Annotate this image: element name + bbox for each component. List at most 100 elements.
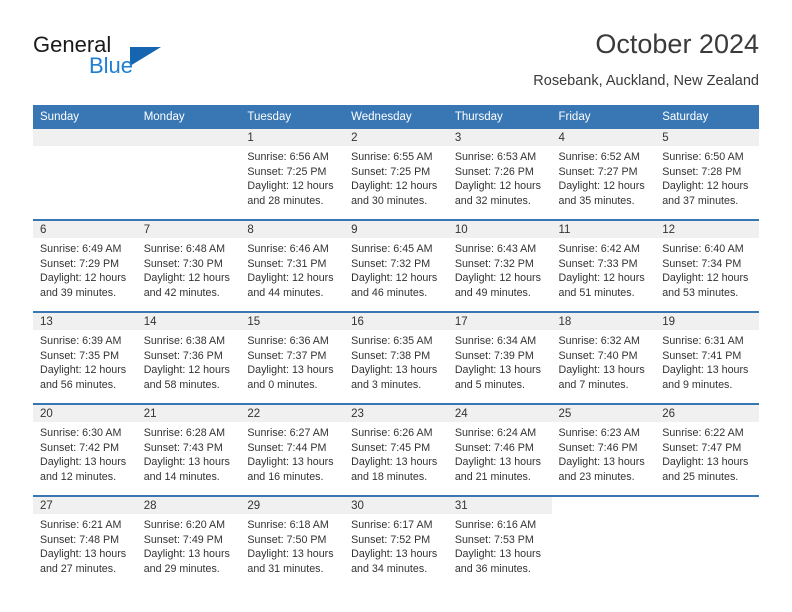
- day-details: Sunrise: 6:23 AM Sunset: 7:46 PM Daylight:…: [552, 422, 656, 484]
- sunset-text: Sunset: 7:33 PM: [558, 257, 638, 270]
- day-details: Sunrise: 6:48 AM Sunset: 7:30 PM Daylight:…: [137, 238, 241, 300]
- day-cell-inner: 2 Sunrise: 6:55 AM Sunset: 7:25 PM Daylight…: [344, 129, 448, 219]
- sunrise-text: Sunrise: 6:48 AM: [143, 243, 226, 255]
- day-cell-inner: 10 Sunrise: 6:43 AM Sunset: 7:32 PM Dayligh…: [447, 221, 552, 311]
- sunset-text: Sunset: 7:43 PM: [143, 441, 223, 454]
- daylight-text-line2: and 49 minutes.: [454, 286, 531, 299]
- day-number: 24: [447, 405, 552, 422]
- day-cell-inner: 26 Sunrise: 6:22 AM Sunset: 7:47 PM Dayligh…: [655, 405, 759, 495]
- calendar-day-cell[interactable]: 1 Sunrise: 6:56 AM Sunset: 7:25 PM Daylight…: [240, 129, 345, 220]
- daylight-text-line1: Daylight: 13 hours: [351, 364, 438, 377]
- calendar-day-cell[interactable]: 16 Sunrise: 6:35 AM Sunset: 7:38 PM Dayligh…: [344, 311, 448, 404]
- sunset-text: Sunset: 7:49 PM: [143, 533, 223, 546]
- day-details: Sunrise: 6:49 AM Sunset: 7:29 PM Daylight:…: [33, 238, 137, 300]
- calendar-day-cell[interactable]: 18 Sunrise: 6:32 AM Sunset: 7:40 PM Dayligh…: [551, 311, 656, 404]
- sunset-text: Sunset: 7:41 PM: [662, 349, 742, 362]
- day-number: [655, 497, 759, 514]
- calendar-day-cell[interactable]: 10 Sunrise: 6:43 AM Sunset: 7:32 PM Dayligh…: [447, 219, 552, 312]
- daylight-text-line1: Daylight: 12 hours: [558, 272, 645, 285]
- calendar-day-cell[interactable]: 17 Sunrise: 6:34 AM Sunset: 7:39 PM Dayligh…: [447, 311, 552, 404]
- calendar-day-cell[interactable]: 25 Sunrise: 6:23 AM Sunset: 7:46 PM Dayligh…: [551, 403, 656, 496]
- sunrise-text: Sunrise: 6:56 AM: [247, 151, 329, 163]
- day-details: Sunrise: 6:45 AM Sunset: 7:32 PM Daylight:…: [344, 238, 448, 300]
- day-cell-inner: 17 Sunrise: 6:34 AM Sunset: 7:39 PM Dayligh…: [447, 313, 552, 403]
- day-number: 7: [136, 221, 241, 238]
- day-cell-inner: 3 Sunrise: 6:53 AM Sunset: 7:26 PM Daylight…: [447, 129, 552, 219]
- calendar-day-cell[interactable]: 9 Sunrise: 6:45 AM Sunset: 7:32 PM Daylight…: [344, 219, 448, 312]
- day-details: Sunrise: 6:55 AM Sunset: 7:25 PM Daylight:…: [344, 146, 448, 208]
- calendar-day-cell[interactable]: 11 Sunrise: 6:42 AM Sunset: 7:33 PM Dayligh…: [551, 219, 656, 312]
- calendar-day-cell[interactable]: 12 Sunrise: 6:40 AM Sunset: 7:34 PM Dayligh…: [655, 219, 759, 312]
- daylight-text-line2: and 3 minutes.: [351, 378, 422, 391]
- calendar-day-cell[interactable]: 27 Sunrise: 6:21 AM Sunset: 7:48 PM Dayligh…: [33, 495, 137, 587]
- day-number: 3: [447, 129, 552, 146]
- calendar-day-cell[interactable]: 29 Sunrise: 6:18 AM Sunset: 7:50 PM Dayligh…: [240, 495, 345, 587]
- sunrise-text: Sunrise: 6:36 AM: [247, 335, 329, 347]
- day-details: Sunrise: 6:38 AM Sunset: 7:36 PM Daylight:…: [137, 330, 241, 392]
- calendar-day-cell[interactable]: 20 Sunrise: 6:30 AM Sunset: 7:42 PM Dayligh…: [33, 403, 137, 496]
- day-number: 30: [344, 497, 448, 514]
- sunrise-text: Sunrise: 6:50 AM: [662, 151, 744, 163]
- logo-word-blue: Blue: [89, 53, 134, 78]
- day-number: 16: [344, 313, 448, 330]
- day-details: Sunrise: 6:24 AM Sunset: 7:46 PM Daylight:…: [448, 422, 552, 484]
- sunrise-text: Sunrise: 6:38 AM: [143, 335, 226, 347]
- day-number: 14: [136, 313, 241, 330]
- daylight-text-line1: Daylight: 13 hours: [454, 364, 541, 377]
- daylight-text-line2: and 36 minutes.: [454, 562, 531, 575]
- calendar-day-cell[interactable]: 8 Sunrise: 6:46 AM Sunset: 7:31 PM Daylight…: [240, 219, 345, 312]
- sunrise-text: Sunrise: 6:40 AM: [662, 243, 744, 255]
- daylight-text-line1: Daylight: 12 hours: [40, 272, 127, 285]
- daylight-text-line2: and 29 minutes.: [143, 562, 220, 575]
- day-cell-inner: [136, 129, 241, 219]
- day-cell-inner: 30 Sunrise: 6:17 AM Sunset: 7:52 PM Dayligh…: [344, 497, 448, 587]
- day-number: [33, 129, 137, 146]
- day-number: 6: [33, 221, 137, 238]
- calendar-day-cell[interactable]: 30 Sunrise: 6:17 AM Sunset: 7:52 PM Dayligh…: [344, 495, 448, 587]
- calendar-day-cell[interactable]: 14 Sunrise: 6:38 AM Sunset: 7:36 PM Dayligh…: [136, 311, 241, 404]
- day-details: Sunrise: 6:26 AM Sunset: 7:45 PM Daylight:…: [344, 422, 448, 484]
- day-number: 23: [344, 405, 448, 422]
- sunset-text: Sunset: 7:32 PM: [351, 257, 431, 270]
- calendar-day-cell[interactable]: 22 Sunrise: 6:27 AM Sunset: 7:44 PM Dayligh…: [240, 403, 345, 496]
- day-cell-inner: 7 Sunrise: 6:48 AM Sunset: 7:30 PM Daylight…: [136, 221, 241, 311]
- calendar-week-row: 6 Sunrise: 6:49 AM Sunset: 7:29 PM Daylight…: [33, 219, 759, 312]
- calendar-day-cell[interactable]: 13 Sunrise: 6:39 AM Sunset: 7:35 PM Dayligh…: [33, 311, 137, 404]
- calendar-day-cell[interactable]: 31 Sunrise: 6:16 AM Sunset: 7:53 PM Dayligh…: [447, 495, 552, 587]
- calendar-day-cell[interactable]: 19 Sunrise: 6:31 AM Sunset: 7:41 PM Dayligh…: [655, 311, 759, 404]
- day-cell-inner: 4 Sunrise: 6:52 AM Sunset: 7:27 PM Daylight…: [551, 129, 656, 219]
- daylight-text-line2: and 35 minutes.: [558, 194, 635, 207]
- daylight-text-line2: and 44 minutes.: [247, 286, 324, 299]
- day-cell-inner: 14 Sunrise: 6:38 AM Sunset: 7:36 PM Dayligh…: [136, 313, 241, 403]
- daylight-text-line1: Daylight: 13 hours: [558, 364, 645, 377]
- calendar-day-cell[interactable]: 5 Sunrise: 6:50 AM Sunset: 7:28 PM Daylight…: [655, 129, 759, 220]
- sunrise-text: Sunrise: 6:28 AM: [143, 427, 226, 439]
- calendar-table: Sunday Monday Tuesday Wednesday Thursday…: [33, 105, 759, 587]
- sunrise-text: Sunrise: 6:53 AM: [454, 151, 537, 163]
- calendar-day-cell[interactable]: 3 Sunrise: 6:53 AM Sunset: 7:26 PM Daylight…: [447, 129, 552, 220]
- calendar-day-cell[interactable]: 24 Sunrise: 6:24 AM Sunset: 7:46 PM Dayligh…: [447, 403, 552, 496]
- calendar-day-cell[interactable]: 26 Sunrise: 6:22 AM Sunset: 7:47 PM Dayligh…: [655, 403, 759, 496]
- calendar-day-cell[interactable]: 2 Sunrise: 6:55 AM Sunset: 7:25 PM Daylight…: [344, 129, 448, 220]
- sunset-text: Sunset: 7:40 PM: [558, 349, 638, 362]
- calendar-day-cell[interactable]: 4 Sunrise: 6:52 AM Sunset: 7:27 PM Daylight…: [551, 129, 656, 220]
- calendar-day-cell[interactable]: 15 Sunrise: 6:36 AM Sunset: 7:37 PM Dayligh…: [240, 311, 345, 404]
- calendar-day-cell-empty: [136, 129, 241, 220]
- calendar-day-cell[interactable]: 23 Sunrise: 6:26 AM Sunset: 7:45 PM Dayligh…: [344, 403, 448, 496]
- calendar-day-cell[interactable]: 7 Sunrise: 6:48 AM Sunset: 7:30 PM Daylight…: [136, 219, 241, 312]
- sunrise-text: Sunrise: 6:39 AM: [40, 335, 122, 347]
- sunrise-text: Sunrise: 6:16 AM: [454, 519, 537, 531]
- calendar-day-cell-empty: [33, 129, 137, 220]
- day-cell-inner: 1 Sunrise: 6:56 AM Sunset: 7:25 PM Daylight…: [240, 129, 345, 219]
- daylight-text-line1: Daylight: 12 hours: [351, 180, 438, 193]
- day-number: 18: [551, 313, 656, 330]
- weekday-header-sunday: Sunday: [33, 105, 137, 129]
- day-number: 13: [33, 313, 137, 330]
- sunset-text: Sunset: 7:50 PM: [247, 533, 327, 546]
- daylight-text-line1: Daylight: 13 hours: [40, 456, 127, 469]
- calendar-day-cell[interactable]: 6 Sunrise: 6:49 AM Sunset: 7:29 PM Daylight…: [33, 219, 137, 312]
- calendar-day-cell[interactable]: 28 Sunrise: 6:20 AM Sunset: 7:49 PM Dayligh…: [136, 495, 241, 587]
- general-blue-logo[interactable]: General Blue: [33, 32, 213, 84]
- daylight-text-line1: Daylight: 13 hours: [351, 456, 438, 469]
- calendar-day-cell[interactable]: 21 Sunrise: 6:28 AM Sunset: 7:43 PM Dayligh…: [136, 403, 241, 496]
